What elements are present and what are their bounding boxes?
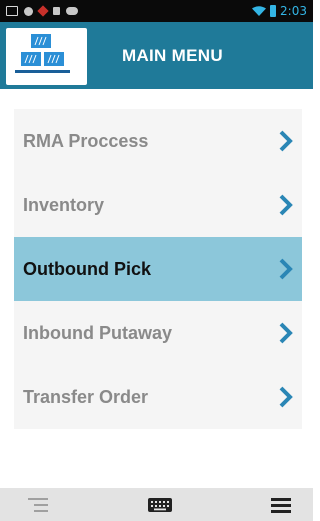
hamburger-button[interactable] <box>261 490 301 520</box>
diamond-alert-icon <box>37 5 49 17</box>
menu-item-rma-process[interactable]: RMA Proccess <box>14 109 302 173</box>
wifi-icon <box>252 5 267 16</box>
app-header: MAIN MENU <box>0 22 313 89</box>
page-title: MAIN MENU <box>122 45 223 65</box>
menu-item-transfer-order[interactable]: Transfer Order <box>14 365 302 429</box>
hamburger-icon <box>271 497 291 513</box>
menu-item-inventory[interactable]: Inventory <box>14 173 302 237</box>
notification-icons <box>6 5 78 17</box>
battery-icon <box>270 5 277 17</box>
small-square-icon <box>53 7 60 15</box>
app-logo <box>6 28 87 85</box>
menu-item-outbound-pick[interactable]: Outbound Pick <box>14 237 302 301</box>
menu-item-label: RMA Proccess <box>23 130 149 151</box>
menu-lines-icon <box>28 497 48 512</box>
keyboard-button[interactable] <box>140 490 180 520</box>
menu-lines-button[interactable] <box>18 490 58 520</box>
warehouse-boxes-icon <box>15 34 70 73</box>
system-icons: 2:03 <box>252 4 307 18</box>
main-menu-list: RMA Proccess Inventory Outbound Pick Inb… <box>14 109 302 429</box>
chevron-right-icon <box>279 258 293 280</box>
picture-icon <box>6 6 18 16</box>
menu-item-label: Transfer Order <box>23 386 149 407</box>
menu-item-label: Outbound Pick <box>23 258 151 279</box>
circle-icon <box>24 6 33 16</box>
menu-item-label: Inbound Putaway <box>23 322 173 343</box>
menu-item-inbound-putaway[interactable]: Inbound Putaway <box>14 301 302 365</box>
chevron-right-icon <box>279 130 293 152</box>
status-bar: 2:03 <box>0 0 313 22</box>
chevron-right-icon <box>279 194 293 216</box>
menu-item-label: Inventory <box>23 194 105 215</box>
cloud-icon <box>66 7 78 15</box>
clock: 2:03 <box>280 4 307 18</box>
bottom-nav-bar <box>0 488 313 521</box>
chevron-right-icon <box>279 386 293 408</box>
keyboard-icon <box>147 497 172 512</box>
chevron-right-icon <box>279 322 293 344</box>
